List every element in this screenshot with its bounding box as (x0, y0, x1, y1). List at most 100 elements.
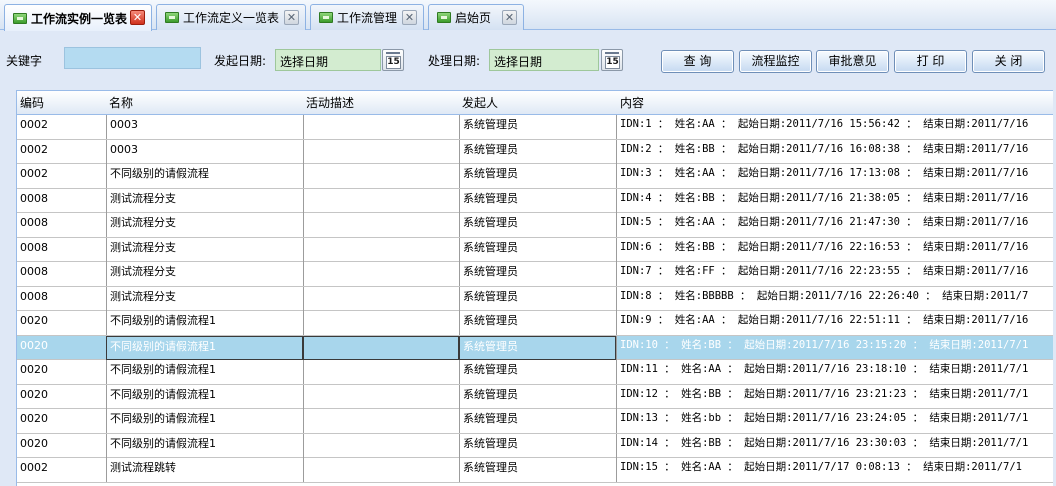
cell-initiator[interactable]: 系统管理员 (459, 262, 616, 286)
cell-code[interactable]: 0002 (17, 458, 106, 482)
table-row[interactable]: 0002 0003 系统管理员 IDN:1 ： 姓名:AA ： 起始日期:2011/7… (17, 115, 1056, 140)
cell-code[interactable]: 0002 (17, 140, 106, 164)
cell-name[interactable]: 0003 (106, 115, 303, 139)
cell-initiator[interactable]: 系统管理员 (459, 213, 616, 237)
cell-name[interactable]: 测试流程分支 (106, 237, 303, 262)
column-header-activity[interactable]: 活动描述 (303, 91, 354, 115)
cell-code[interactable]: 0020 (17, 434, 106, 458)
cell-initiator[interactable]: 系统管理员 (459, 139, 616, 164)
table-row[interactable]: 0002 测试流程跳转 系统管理员 IDN:15 ： 姓名:AA ： 起始日期:201… (17, 458, 1056, 483)
cell-content[interactable]: IDN:13 ： 姓名:bb ： 起始日期:2011/7/16 23:24:05… (616, 409, 1056, 433)
cell-content[interactable]: IDN:5 ： 姓名:AA ： 起始日期:2011/7/16 21:47:30 … (616, 213, 1056, 237)
table-row[interactable]: 0008 测试流程分支 系统管理员 IDN:5 ： 姓名:AA ： 起始日期:2011… (17, 213, 1056, 238)
column-header-name[interactable]: 名称 (106, 91, 133, 115)
process-monitor-button[interactable]: 流程监控 (739, 50, 812, 73)
cell-content[interactable]: IDN:9 ： 姓名:AA ： 起始日期:2011/7/16 22:51:11 … (616, 311, 1056, 335)
table-row[interactable]: 0020 不同级别的请假流程1 系统管理员 IDN:9 ： 姓名:AA ： 起始日期:… (17, 311, 1056, 336)
cell-name[interactable]: 测试流程分支 (106, 188, 303, 213)
table-row[interactable]: 0020 不同级别的请假流程1 系统管理员 IDN:12 ： 姓名:BB ： 起始日期… (17, 384, 1056, 409)
cell-activity[interactable] (303, 335, 459, 360)
table-row[interactable]: 0008 测试流程分支 系统管理员 IDN:4 ： 姓名:BB ： 起始日期:2011… (17, 188, 1056, 213)
cell-initiator[interactable]: 系统管理员 (459, 188, 616, 213)
cell-initiator[interactable]: 系统管理员 (459, 164, 616, 188)
cell-activity[interactable] (303, 237, 459, 262)
close-icon[interactable]: ✕ (502, 10, 517, 25)
cell-content[interactable]: IDN:12 ： 姓名:BB ： 起始日期:2011/7/16 23:21:23… (616, 384, 1056, 409)
cell-code[interactable]: 0008 (17, 238, 106, 262)
cell-content[interactable]: IDN:1 ： 姓名:AA ： 起始日期:2011/7/16 15:56:42 … (616, 115, 1056, 139)
cell-activity[interactable] (303, 360, 459, 384)
cell-initiator[interactable]: 系统管理员 (459, 115, 616, 139)
close-icon[interactable]: ✕ (130, 10, 145, 25)
cell-code[interactable]: 0002 (17, 115, 106, 139)
cell-initiator[interactable]: 系统管理员 (459, 384, 616, 409)
calendar-icon[interactable]: 15 (382, 49, 404, 71)
table-row[interactable]: 0002 不同级别的请假流程 系统管理员 IDN:3 ： 姓名:AA ： 起始日期:2… (17, 164, 1056, 189)
table-row[interactable]: 0020 不同级别的请假流程1 系统管理员 IDN:14 ： 姓名:BB ： 起始日期… (17, 433, 1056, 458)
cell-activity[interactable] (303, 409, 459, 433)
cell-code[interactable]: 0008 (17, 287, 106, 311)
table-row[interactable]: 0020 不同级别的请假流程1 系统管理员 IDN:13 ： 姓名:bb ： 起始日期… (17, 409, 1056, 434)
cell-activity[interactable] (303, 139, 459, 164)
cell-name[interactable]: 测试流程跳转 (106, 458, 303, 482)
table-row[interactable]: 0008 测试流程分支 系统管理员 IDN:8 ： 姓名:BBBBB ： 起始日期:2… (17, 286, 1056, 311)
cell-code[interactable]: 0020 (17, 360, 106, 384)
cell-name[interactable]: 测试流程分支 (106, 262, 303, 286)
cell-activity[interactable] (303, 188, 459, 213)
tab-workflow-instances[interactable]: 工作流实例一览表 ✕ (4, 4, 152, 31)
cell-name[interactable]: 测试流程分支 (106, 213, 303, 237)
cell-name[interactable]: 测试流程分支 (106, 286, 303, 311)
close-icon[interactable]: ✕ (402, 10, 417, 25)
keyword-input[interactable] (64, 47, 201, 69)
cell-activity[interactable] (303, 458, 459, 482)
close-icon[interactable]: ✕ (284, 10, 299, 25)
tab-workflow-definitions[interactable]: 工作流定义一览表 ✕ (156, 4, 306, 30)
cell-content[interactable]: IDN:3 ： 姓名:AA ： 起始日期:2011/7/16 17:13:08 … (616, 164, 1056, 188)
cell-activity[interactable] (303, 384, 459, 409)
cell-content[interactable]: IDN:8 ： 姓名:BBBBB ： 起始日期:2011/7/16 22:26:… (616, 286, 1056, 311)
cell-code[interactable]: 0020 (17, 336, 106, 360)
cell-content[interactable]: IDN:11 ： 姓名:AA ： 起始日期:2011/7/16 23:18:10… (616, 360, 1056, 384)
cell-initiator[interactable]: 系统管理员 (459, 335, 616, 360)
cell-content[interactable]: IDN:4 ： 姓名:BB ： 起始日期:2011/7/16 21:38:05 … (616, 188, 1056, 213)
cell-name[interactable]: 不同级别的请假流程1 (106, 409, 303, 433)
cell-code[interactable]: 0008 (17, 213, 106, 237)
cell-code[interactable]: 0020 (17, 311, 106, 335)
cell-initiator[interactable]: 系统管理员 (459, 458, 616, 482)
cell-name[interactable]: 不同级别的请假流程1 (106, 311, 303, 335)
column-header-initiator[interactable]: 发起人 (459, 91, 498, 115)
table-row[interactable]: 0020 不同级别的请假流程1 系统管理员 IDN:11 ： 姓名:AA ： 起始日期… (17, 360, 1056, 385)
cell-initiator[interactable]: 系统管理员 (459, 433, 616, 458)
cell-name[interactable]: 不同级别的请假流程 (106, 164, 303, 188)
print-button[interactable]: 打 印 (894, 50, 967, 73)
cell-activity[interactable] (303, 164, 459, 188)
cell-initiator[interactable]: 系统管理员 (459, 311, 616, 335)
cell-content[interactable]: IDN:2 ： 姓名:BB ： 起始日期:2011/7/16 16:08:38 … (616, 139, 1056, 164)
tab-workflow-management[interactable]: 工作流管理 ✕ (310, 4, 424, 30)
column-header-content[interactable]: 内容 (617, 91, 644, 115)
cell-code[interactable]: 0020 (17, 409, 106, 433)
cell-content[interactable]: IDN:10 ： 姓名:BB ： 起始日期:2011/7/16 23:15:20… (616, 335, 1056, 360)
cell-activity[interactable] (303, 115, 459, 139)
handle-date-field[interactable]: 选择日期 (489, 49, 599, 71)
close-button[interactable]: 关 闭 (972, 50, 1045, 73)
cell-name[interactable]: 不同级别的请假流程1 (106, 433, 303, 458)
cell-content[interactable]: IDN:15 ： 姓名:AA ： 起始日期:2011/7/17 0:08:13 … (616, 458, 1056, 482)
calendar-icon[interactable]: 15 (601, 49, 623, 71)
start-date-field[interactable]: 选择日期 (275, 49, 381, 71)
cell-name[interactable]: 不同级别的请假流程1 (106, 360, 303, 384)
cell-initiator[interactable]: 系统管理员 (459, 237, 616, 262)
table-row[interactable]: 0020 不同级别的请假流程1 系统管理员 IDN:10 ： 姓名:BB ： 起始日期… (17, 335, 1056, 360)
cell-initiator[interactable]: 系统管理员 (459, 409, 616, 433)
cell-name[interactable]: 不同级别的请假流程1 (106, 335, 303, 360)
table-row[interactable]: 0008 测试流程分支 系统管理员 IDN:6 ： 姓名:BB ： 起始日期:2011… (17, 237, 1056, 262)
cell-activity[interactable] (303, 433, 459, 458)
cell-content[interactable]: IDN:7 ： 姓名:FF ： 起始日期:2011/7/16 22:23:55 … (616, 262, 1056, 286)
cell-name[interactable]: 不同级别的请假流程1 (106, 384, 303, 409)
tab-start-page[interactable]: 启始页 ✕ (428, 4, 524, 30)
query-button[interactable]: 查 询 (661, 50, 734, 73)
cell-code[interactable]: 0020 (17, 385, 106, 409)
cell-code[interactable]: 0008 (17, 189, 106, 213)
column-header-code[interactable]: 编码 (17, 91, 44, 115)
cell-activity[interactable] (303, 213, 459, 237)
